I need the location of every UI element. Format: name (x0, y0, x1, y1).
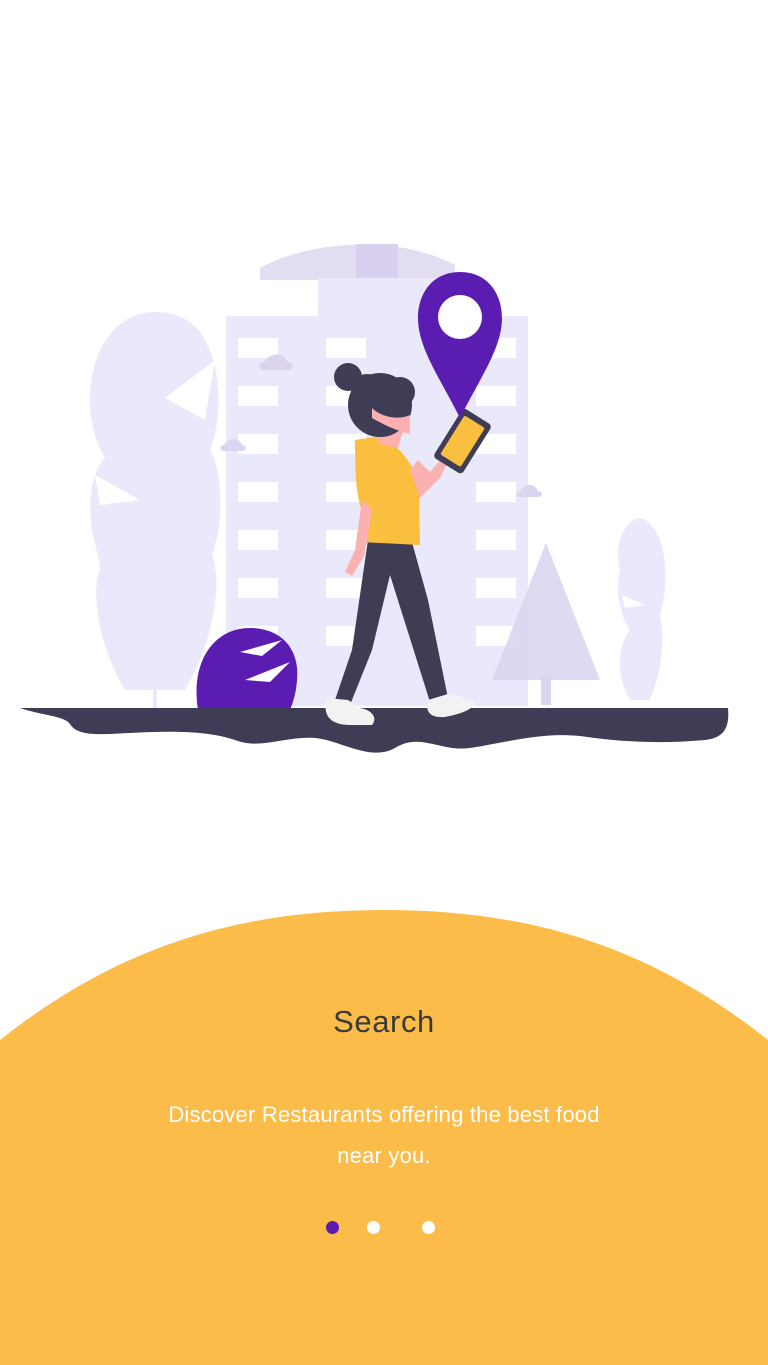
building-window (238, 578, 278, 598)
building-window (238, 482, 278, 502)
onboarding-description: Discover Restaurants offering the best f… (168, 1102, 600, 1168)
building-window (476, 482, 516, 502)
building-window (476, 386, 516, 406)
building-window (238, 434, 278, 454)
onboarding-title: Search (333, 1004, 435, 1039)
page-dot-1[interactable] (326, 1221, 339, 1234)
building-window (238, 338, 278, 358)
building-window (326, 338, 366, 358)
page-dot-3[interactable] (422, 1221, 435, 1234)
building-window (238, 386, 278, 406)
building-window (476, 530, 516, 550)
page-dot-2[interactable] (367, 1221, 380, 1234)
woman-walking-with-phone-location-pin-illustration (20, 244, 729, 753)
onboarding-illustration (0, 220, 768, 780)
building-window (238, 530, 278, 550)
building-window (476, 578, 516, 598)
